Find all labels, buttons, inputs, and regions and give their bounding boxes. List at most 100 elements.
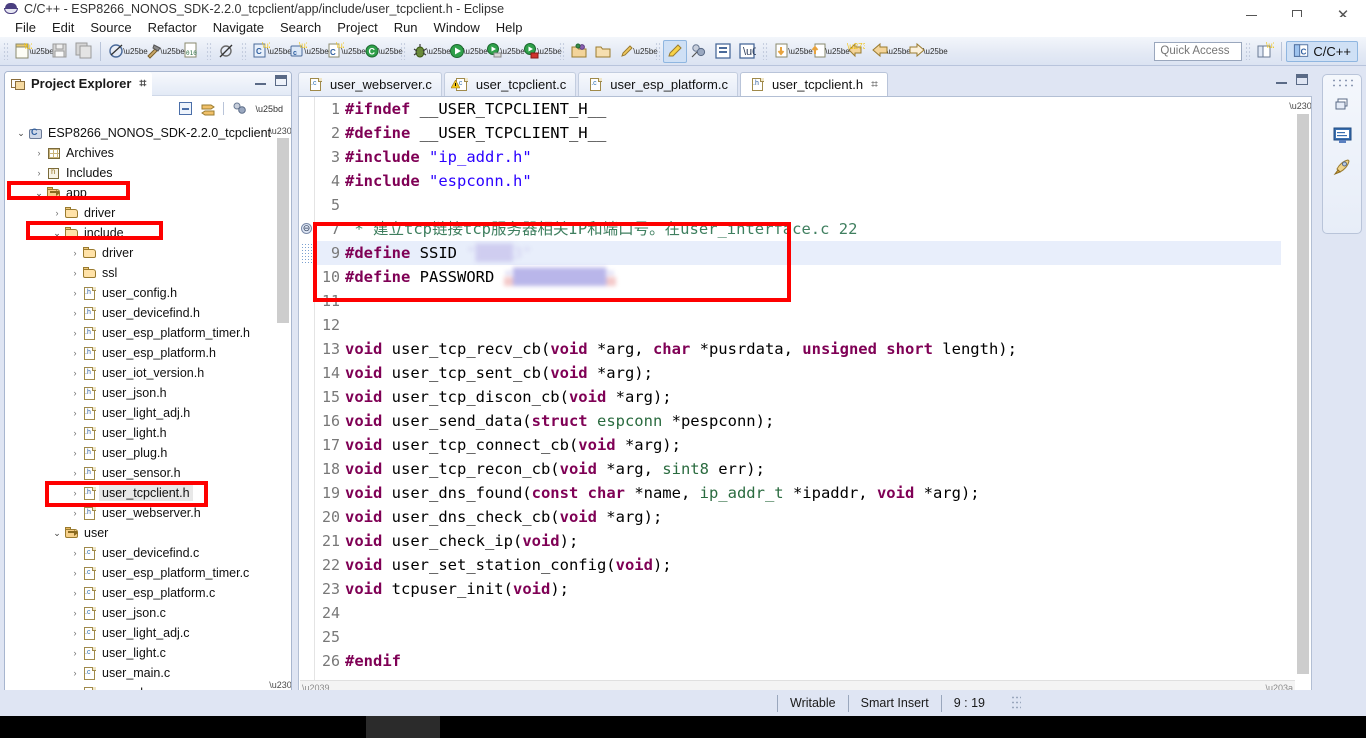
code-line[interactable] [345, 289, 1281, 313]
toolbar-grip-3[interactable] [241, 42, 247, 60]
code-line[interactable]: void user_dns_found(const char *name, ip… [345, 481, 1281, 505]
new-c-folder-dropdown-arrow[interactable]: \u25be [304, 40, 328, 62]
tree-item-user-devicefind-h[interactable]: › .h user_devicefind.h [6, 303, 290, 323]
menu-item-run[interactable]: Run [386, 19, 426, 36]
twisty-collapsed-icon[interactable]: › [68, 308, 82, 318]
collapse-all-icon[interactable] [179, 102, 193, 115]
code-line[interactable]: void user_tcp_discon_cb(void *arg); [345, 385, 1281, 409]
twisty-expanded-icon[interactable]: ⌄ [50, 228, 64, 239]
toolbar-grip-7[interactable] [762, 42, 768, 60]
code-line[interactable] [345, 313, 1281, 337]
new-c-project-dropdown-arrow[interactable]: \u25be [267, 40, 291, 62]
project-tree[interactable]: ⌄ C ESP8266_NONOS_SDK-2.2.0_tcpclient › Arch… [6, 122, 290, 694]
code-line[interactable]: void user_check_ip(void); [345, 529, 1281, 553]
editor-tab-user-tcpclient-c[interactable]: .c user_tcpclient.c [443, 72, 577, 96]
build-configurations-button[interactable]: C [360, 40, 384, 63]
build-hammer-dropdown-arrow[interactable]: \u25be [160, 40, 184, 62]
twisty-collapsed-icon[interactable]: › [68, 608, 82, 618]
twisty-collapsed-icon[interactable]: › [68, 548, 82, 558]
toolbar-grip-2[interactable] [206, 42, 212, 60]
tree-item-user-json-c[interactable]: › .c user_json.c [6, 603, 290, 623]
menu-item-edit[interactable]: Edit [44, 19, 82, 36]
previous-annotation-dropdown-arrow[interactable]: \u25be [825, 40, 849, 62]
last-edit-location-button[interactable]: \u2736 [844, 40, 868, 63]
twisty-collapsed-icon[interactable]: › [68, 288, 82, 298]
highlight-selection-button[interactable] [663, 39, 687, 63]
code-line[interactable]: void user_tcp_recv_cb(void *arg, char *p… [345, 337, 1281, 361]
twisty-collapsed-icon[interactable]: › [68, 568, 82, 578]
build-all-button[interactable] [105, 40, 129, 63]
back-button[interactable] [868, 40, 892, 63]
tree-item-includes[interactable]: › Includes [6, 163, 290, 183]
run-dropdown-arrow[interactable]: \u25be [463, 40, 487, 62]
forward-button[interactable] [905, 40, 929, 63]
menu-item-navigate[interactable]: Navigate [205, 19, 272, 36]
tree-item-user-main-c[interactable]: › .c user_main.c [6, 663, 290, 683]
twisty-collapsed-icon[interactable]: › [68, 448, 82, 458]
code-line[interactable]: #endif [345, 649, 1281, 673]
view-menu-filters-icon[interactable] [232, 102, 247, 115]
binary-010-button[interactable]: 010 [179, 40, 203, 63]
tree-item-archives[interactable]: › Archives [6, 143, 290, 163]
twisty-collapsed-icon[interactable]: › [68, 408, 82, 418]
minimize-editor-icon[interactable] [1276, 76, 1287, 84]
build-config-dropdown-arrow[interactable]: \u25be [378, 40, 402, 62]
twisty-collapsed-icon[interactable]: › [32, 148, 46, 158]
editor-text-area[interactable]: #ifndef __USER_TCPCLIENT_H__ #define __US… [345, 97, 1281, 695]
code-line[interactable]: #define SSID "████3" [345, 241, 1281, 265]
toggle-block-selection-button[interactable] [711, 40, 735, 63]
build-hammer-button[interactable] [142, 40, 166, 63]
twisty-collapsed-icon[interactable]: › [68, 508, 82, 518]
menu-item-search[interactable]: Search [272, 19, 329, 36]
code-line[interactable]: * 建立tcp链接tcp服务器相关IP和端口号。在user_interface.… [345, 217, 1281, 241]
tree-item-user-esp-platform-timer-h[interactable]: › .h user_esp_platform_timer.h [6, 323, 290, 343]
new-file-button[interactable]: \u2736 [11, 40, 35, 63]
twisty-collapsed-icon[interactable]: › [32, 168, 46, 178]
tree-item-esp8266-nonos-sdk-2-2-0-tcpclient[interactable]: ⌄ C ESP8266_NONOS_SDK-2.2.0_tcpclient [6, 123, 290, 143]
tree-item-user-light-c[interactable]: › .c user_light.c [6, 643, 290, 663]
twisty-collapsed-icon[interactable]: › [68, 468, 82, 478]
build-all-dropdown-arrow[interactable]: \u25be [123, 40, 147, 62]
code-line[interactable]: void user_send_data(struct espconn *pesp… [345, 409, 1281, 433]
twisty-collapsed-icon[interactable]: › [50, 208, 64, 218]
twisty-collapsed-icon[interactable]: › [68, 268, 82, 278]
menu-item-file[interactable]: File [7, 19, 44, 36]
twisty-expanded-icon[interactable]: ⌄ [50, 528, 64, 539]
twisty-collapsed-icon[interactable]: › [68, 668, 82, 678]
next-annotation-dropdown-arrow[interactable]: \u25be [788, 40, 812, 62]
twisty-expanded-icon[interactable]: ⌄ [32, 188, 46, 199]
external-tools-dropdown-arrow[interactable]: \u25be [537, 40, 561, 62]
scroll-up-icon[interactable]: \u2303 [1289, 98, 1311, 113]
console-view-icon[interactable] [1323, 120, 1361, 151]
tree-item-user-tcpclient-h[interactable]: › .h user_tcpclient.h [6, 483, 290, 503]
view-stack-grip[interactable] [1331, 78, 1353, 87]
twisty-collapsed-icon[interactable]: › [68, 328, 82, 338]
menu-item-refactor[interactable]: Refactor [140, 19, 205, 36]
menu-item-window[interactable]: Window [426, 19, 488, 36]
tree-item-app[interactable]: ⌄ app [6, 183, 290, 203]
toolbar-grip-6[interactable] [655, 42, 661, 60]
tree-item-user-esp-platform-timer-c[interactable]: › .c user_esp_platform_timer.c [6, 563, 290, 583]
new-c-source-file-button[interactable]: C\u2736 [323, 40, 347, 63]
tree-item-driver[interactable]: › driver [6, 203, 290, 223]
editor-tab-user-tcpclient-h[interactable]: .h user_tcpclient.h ⌗ [740, 72, 888, 96]
launch-rocket-icon[interactable] [1323, 151, 1361, 182]
twisty-collapsed-icon[interactable]: › [68, 628, 82, 638]
forward-dropdown-arrow[interactable]: \u25be [923, 40, 947, 62]
mark-occurrences-dropdown-arrow[interactable]: \u25be [633, 40, 657, 62]
twisty-expanded-icon[interactable]: ⌄ [14, 128, 28, 139]
tree-item-user-sensor-h[interactable]: › .h user_sensor.h [6, 463, 290, 483]
external-tools-button[interactable] [519, 40, 543, 63]
code-line[interactable]: #define __USER_TCPCLIENT_H__ [345, 121, 1281, 145]
new-c-source-dropdown-arrow[interactable]: \u25be [341, 40, 365, 62]
new-c-project-button[interactable]: C\u2736 [249, 40, 273, 63]
code-line[interactable]: void user_tcp_sent_cb(void *arg); [345, 361, 1281, 385]
code-line[interactable] [345, 601, 1281, 625]
twisty-collapsed-icon[interactable]: › [68, 428, 82, 438]
scrollbar-thumb[interactable] [277, 138, 289, 323]
toolbar-grip-4[interactable] [400, 42, 406, 60]
code-line[interactable]: void user_dns_check_cb(void *arg); [345, 505, 1281, 529]
close-icon[interactable]: ⌗ [871, 77, 878, 92]
run-button[interactable] [445, 40, 469, 63]
tree-item-user[interactable]: ⌄ user [6, 523, 290, 543]
